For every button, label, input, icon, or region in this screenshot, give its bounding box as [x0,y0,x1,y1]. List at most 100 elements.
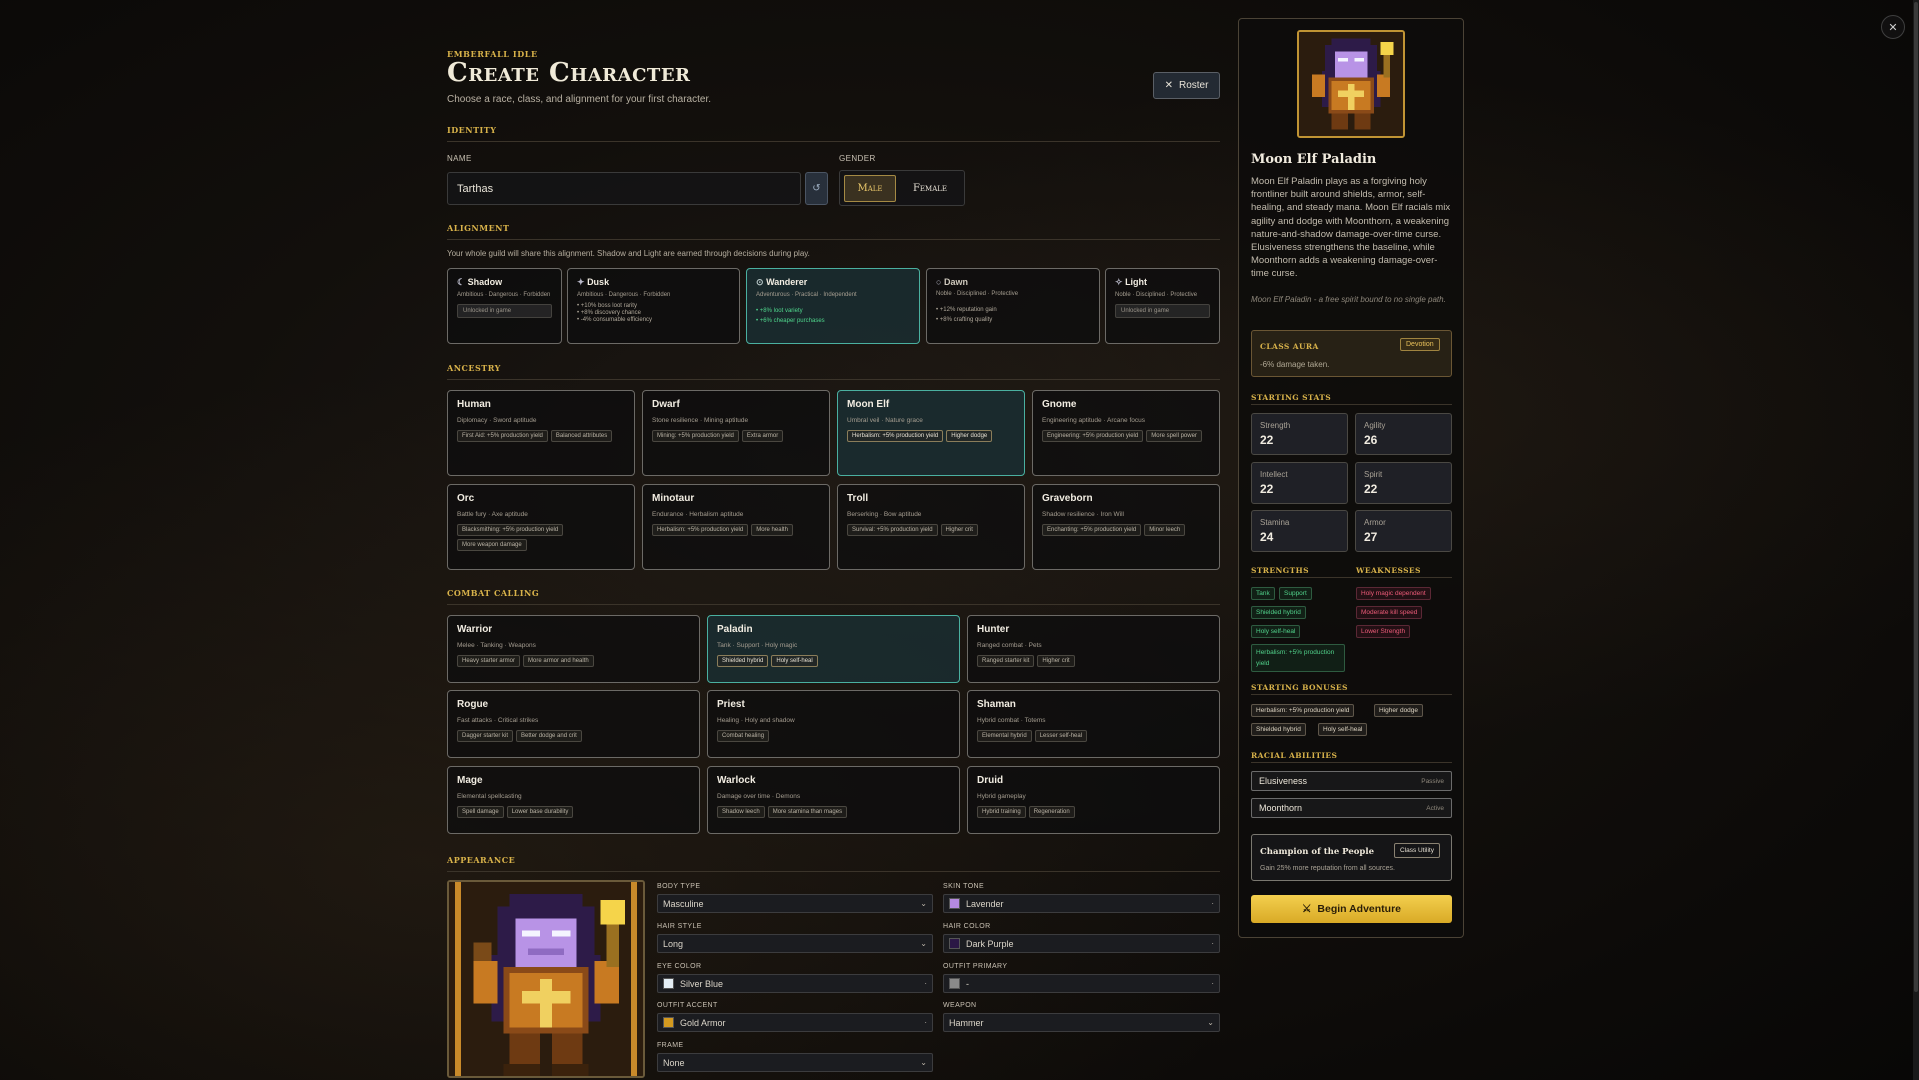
classes-name: Priest [717,699,745,710]
races-card-orc[interactable]: Orc Battle fury · Axe aptitude Blacksmithi… [447,484,635,570]
scrollbar[interactable] [1913,0,1919,1080]
racial-ability-type: Passive [1421,778,1444,785]
classes-name: Paladin [717,624,753,635]
trait-tag: Mining: +5% production yield [652,430,739,442]
gender-male-button[interactable]: Male [844,175,896,202]
appearance-section-label: Appearance [447,855,1220,872]
alignment-traits: Adventurous · Practical · Independent [756,292,857,298]
classes-card-warlock[interactable]: Warlock Damage over time · Demons Shadow l… [707,766,960,834]
alignment-traits: Ambitious · Dangerous · Forbidden [577,292,671,298]
races-subtitle: Endurance · Herbalism aptitude [652,511,744,518]
classes-card-paladin[interactable]: Paladin Tank · Support · Holy magic Shield… [707,615,960,683]
alignment-name: Dusk [587,277,610,287]
alignment-bonus: • +6% cheaper purchases [756,318,825,324]
alignment-name: Shadow [467,277,503,287]
reroll-name-button[interactable]: ↺ [805,172,828,205]
trait-tag: First Aid: +5% production yield [457,430,548,442]
trait-tag: Heavy starter armor [457,655,521,667]
trait-tag: Higher crit [940,524,978,536]
races-subtitle: Stone resilience · Mining aptitude [652,417,749,424]
trait-tag: Enchanting: +5% production yield [1042,524,1142,536]
weapon-select[interactable]: Hammer ⌄ [943,1013,1220,1032]
trait-tag: Lower base durability [506,806,574,818]
races-tags: Blacksmithing: +5% production yield More … [457,524,625,551]
hair-color-select[interactable]: Dark Purple · [943,934,1220,953]
races-name: Dwarf [652,399,680,410]
hair-style-select[interactable]: Long ⌄ [657,934,933,953]
races-card-troll[interactable]: Troll Berserking · Bow aptitude Survival: … [837,484,1025,570]
outfit-primary-select[interactable]: - · [943,974,1220,993]
races-tags: First Aid: +5% production yield Balanced … [457,430,625,442]
races-card-graveborn[interactable]: Graveborn Shadow resilience · Iron Will En… [1032,484,1220,570]
gender-female-button[interactable]: Female [900,175,960,202]
color-swatch [949,978,960,989]
classes-name: Warrior [457,624,493,635]
color-swatch [949,898,960,909]
races-name: Orc [457,493,475,504]
trait-tag: Extra armor [741,430,784,442]
stat-name: Stamina [1260,518,1290,527]
classes-card-shaman[interactable]: Shaman Hybrid combat · Totems Elemental hy… [967,690,1220,758]
chevron-down-icon: ⌄ [920,939,927,948]
stat-value: 22 [1260,482,1274,496]
select-value: Hammer [949,1017,984,1028]
races-card-moon-elf[interactable]: Moon Elf Umbral veil · Nature grace Herbal… [837,390,1025,476]
weakness-chip: Moderate kill speed [1356,606,1423,619]
alignment-card-wanderer[interactable]: ⊙ Wanderer Adventurous · Practical · Ind… [746,268,920,344]
races-card-gnome[interactable]: Gnome Engineering aptitude · Arcane focus… [1032,390,1220,476]
races-name: Graveborn [1042,493,1093,504]
racial-ability-name: Elusiveness [1259,776,1308,786]
begin-adventure-button[interactable]: ⚔ Begin Adventure [1251,895,1452,923]
chevron-icon: · [924,1018,927,1027]
races-card-human[interactable]: Human Diplomacy · Sword aptitude First Aid… [447,390,635,476]
trait-tag: More weapon damage [457,539,527,551]
ancestry-section-label: Ancestry [447,363,1220,380]
summary-italic-note: Moon Elf Paladin - a free spirit bound t… [1251,295,1446,304]
trait-tag: Elemental hybrid [977,730,1032,742]
races-tags: Herbalism: +5% production yield Higher do… [847,430,1015,442]
classes-card-rogue[interactable]: Rogue Fast attacks · Critical strikes Dagg… [447,690,700,758]
close-icon: ✕ [1164,80,1173,91]
alignment-section-label: Alignment [447,223,1220,240]
select-value: None [663,1057,685,1068]
character-portrait-small [1297,30,1405,138]
frame-label: Frame [657,1042,684,1049]
races-card-minotaur[interactable]: Minotaur Endurance · Herbalism aptitude He… [642,484,830,570]
class-utility-badge: Class Utility [1394,843,1440,858]
classes-card-druid[interactable]: Druid Hybrid gameplay Hybrid training Regen… [967,766,1220,834]
skin-tone-select[interactable]: Lavender · [943,894,1220,913]
bonus-chip: Holy self-heal [1318,723,1368,736]
trait-tag: More health [751,524,793,536]
alignment-name: Light [1125,277,1148,287]
classes-card-mage[interactable]: Mage Elemental spellcasting Spell damage Lo… [447,766,700,834]
alignment-card-dawn[interactable]: ○ Dawn Noble · Disciplined · Protective … [926,268,1100,344]
eye-color-select[interactable]: Silver Blue · [657,974,933,993]
close-button[interactable]: ✕ [1881,15,1905,39]
class-aura-label: Class Aura [1260,342,1319,351]
trait-tag: Spell damage [457,806,504,818]
alignment-card-shadow[interactable]: ☾ Shadow Ambitious · Dangerous · Forbidd… [447,268,562,344]
name-input[interactable]: Tarthas [447,172,801,205]
racial-ability-row[interactable]: Moonthorn Active [1251,798,1452,818]
class-aura-card: Class Aura Devotion -6% damage taken. [1251,330,1452,377]
strength-chip: Tank [1251,587,1275,600]
stat-name: Spirit [1364,470,1383,479]
classes-card-hunter[interactable]: Hunter Ranged combat · Pets Ranged starter… [967,615,1220,683]
scrollbar-thumb[interactable] [1914,2,1918,992]
class-aura-text: -6% damage taken. [1260,360,1330,369]
classes-card-warrior[interactable]: Warrior Melee · Tanking · Weapons Heavy st… [447,615,700,683]
races-subtitle: Diplomacy · Sword aptitude [457,417,537,424]
body-type-select[interactable]: Masculine ⌄ [657,894,933,913]
alignment-card-dusk[interactable]: ✦ Dusk Ambitious · Dangerous · Forbidden… [567,268,740,344]
class-utility-text: Gain 25% more reputation from all source… [1260,865,1396,872]
stat-stamina: Stamina 24 [1251,510,1348,552]
classes-card-priest[interactable]: Priest Healing · Holy and shadow Combat he… [707,690,960,758]
classes-subtitle: Ranged combat · Pets [977,642,1042,649]
frame-select[interactable]: None ⌄ [657,1053,933,1072]
alignment-card-light[interactable]: ✧ Light Noble · Disciplined · Protective… [1105,268,1220,344]
racial-ability-row[interactable]: Elusiveness Passive [1251,771,1452,791]
classes-subtitle: Fast attacks · Critical strikes [457,717,539,724]
races-card-dwarf[interactable]: Dwarf Stone resilience · Mining aptitude M… [642,390,830,476]
outfit-accent-select[interactable]: Gold Armor · [657,1013,933,1032]
roster-button[interactable]: ✕ Roster [1153,72,1220,99]
